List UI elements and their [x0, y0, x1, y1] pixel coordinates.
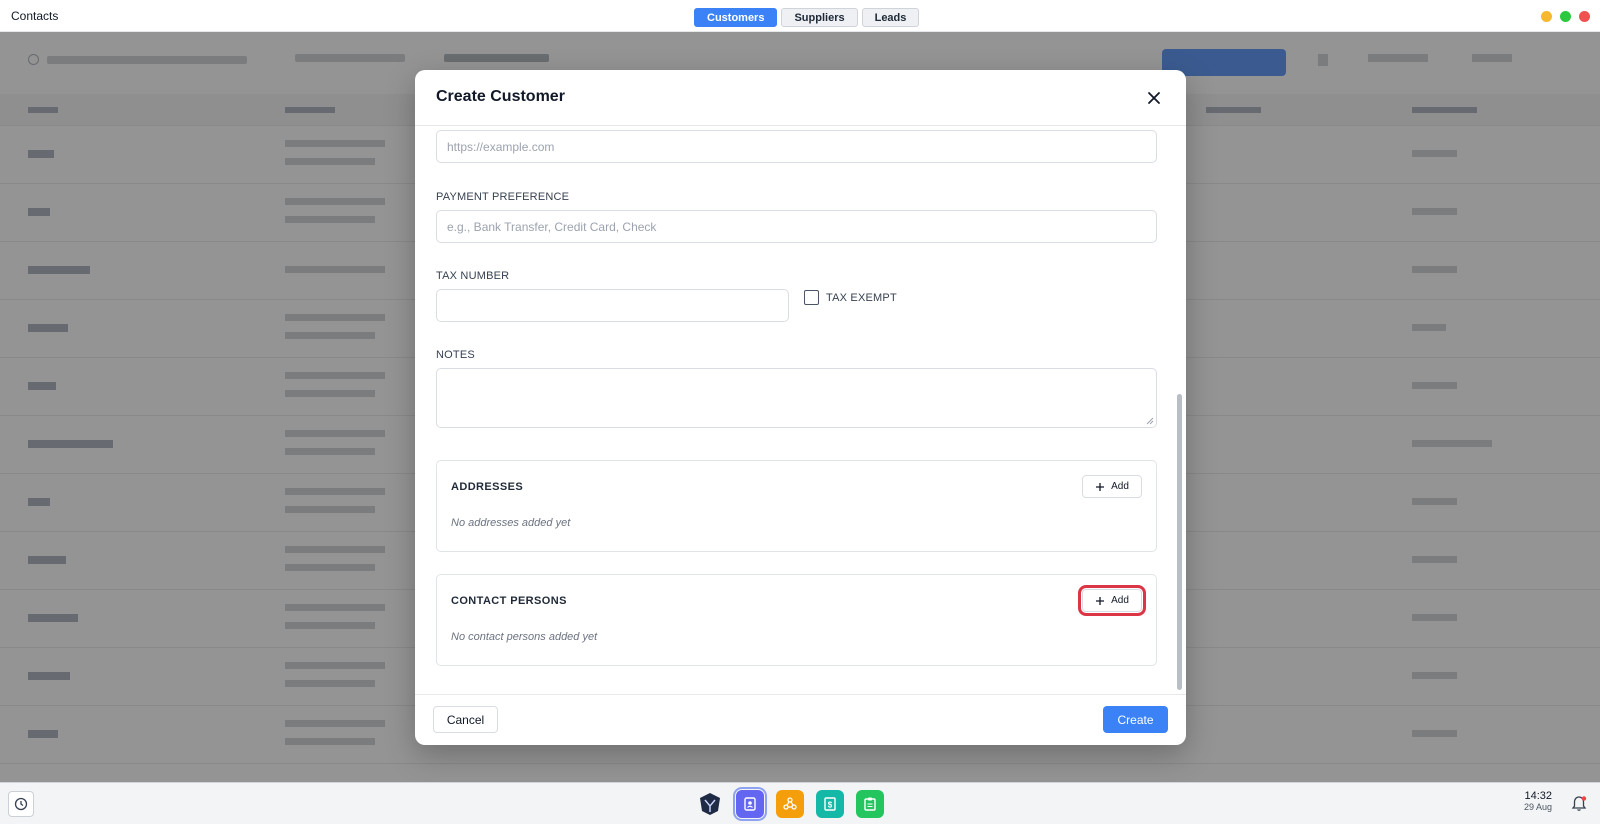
contacts-app-icon[interactable]	[733, 787, 767, 821]
payment-preference-label: PAYMENT PREFERENCE	[436, 191, 570, 203]
svg-text:$: $	[828, 801, 833, 810]
dialog-body[interactable]: https://example.com PAYMENT PREFERENCE e…	[415, 126, 1186, 694]
network-app-icon[interactable]	[776, 790, 804, 818]
bell-icon[interactable]	[1570, 795, 1588, 813]
tax-exempt-checkbox[interactable]	[804, 290, 819, 305]
tax-number-input[interactable]	[436, 289, 789, 322]
website-input[interactable]: https://example.com	[436, 130, 1157, 163]
system-clock[interactable]: 14:32 29 Aug	[1524, 790, 1552, 812]
taskbar: $ 14:32 29 Aug	[0, 782, 1600, 824]
create-customer-dialog: Create Customer https://example.com PAYM…	[415, 70, 1186, 745]
app-title: Contacts	[11, 9, 59, 23]
dialog-scrollbar[interactable]	[1177, 130, 1182, 690]
tab-bar: Customers Suppliers Leads	[694, 8, 920, 27]
addresses-section: ADDRESSES Add No addresses added yet	[436, 460, 1157, 552]
clipboard-app-icon[interactable]	[856, 790, 884, 818]
minimize-button[interactable]	[1541, 11, 1552, 22]
resize-handle-icon[interactable]	[1146, 417, 1154, 425]
app-dock: $	[696, 787, 884, 821]
contact-persons-empty-message: No contact persons added yet	[451, 631, 598, 643]
add-address-button[interactable]: Add	[1082, 475, 1142, 498]
tab-leads[interactable]: Leads	[861, 8, 920, 27]
add-contact-person-label: Add	[1111, 595, 1129, 606]
tax-exempt-label: TAX EXEMPT	[826, 292, 897, 304]
payment-preference-input[interactable]: e.g., Bank Transfer, Credit Card, Check	[436, 210, 1157, 243]
add-contact-person-button[interactable]: Add	[1078, 585, 1146, 616]
contact-persons-section: CONTACT PERSONS Add No contact persons a…	[436, 574, 1157, 666]
close-icon	[1148, 92, 1160, 104]
create-button[interactable]: Create	[1103, 706, 1168, 733]
app-logo-icon[interactable]	[696, 790, 724, 818]
addresses-title: ADDRESSES	[451, 481, 524, 493]
dialog-header: Create Customer	[415, 70, 1186, 126]
tab-suppliers[interactable]: Suppliers	[781, 8, 858, 27]
spreadsheet-app-icon[interactable]: $	[816, 790, 844, 818]
contact-persons-title: CONTACT PERSONS	[451, 595, 567, 607]
close-window-button[interactable]	[1579, 11, 1590, 22]
maximize-button[interactable]	[1560, 11, 1571, 22]
dialog-title: Create Customer	[436, 88, 565, 105]
cancel-button[interactable]: Cancel	[433, 706, 498, 733]
history-button[interactable]	[8, 791, 34, 817]
tab-customers[interactable]: Customers	[694, 8, 778, 27]
dialog-footer: Cancel Create	[415, 694, 1186, 745]
plus-icon	[1096, 482, 1105, 491]
window-controls	[1541, 11, 1590, 22]
close-button[interactable]	[1142, 86, 1166, 110]
notes-textarea[interactable]	[436, 368, 1157, 428]
tax-number-label: TAX NUMBER	[436, 270, 510, 282]
addresses-empty-message: No addresses added yet	[451, 517, 571, 529]
clock-icon	[14, 797, 28, 811]
notes-label: NOTES	[436, 349, 475, 361]
scrollbar-thumb[interactable]	[1177, 394, 1182, 690]
title-bar: Contacts Customers Suppliers Leads	[0, 0, 1600, 32]
clock-time: 14:32	[1524, 790, 1552, 802]
plus-icon	[1096, 596, 1105, 605]
add-address-label: Add	[1111, 481, 1129, 492]
clock-date: 29 Aug	[1523, 802, 1552, 812]
